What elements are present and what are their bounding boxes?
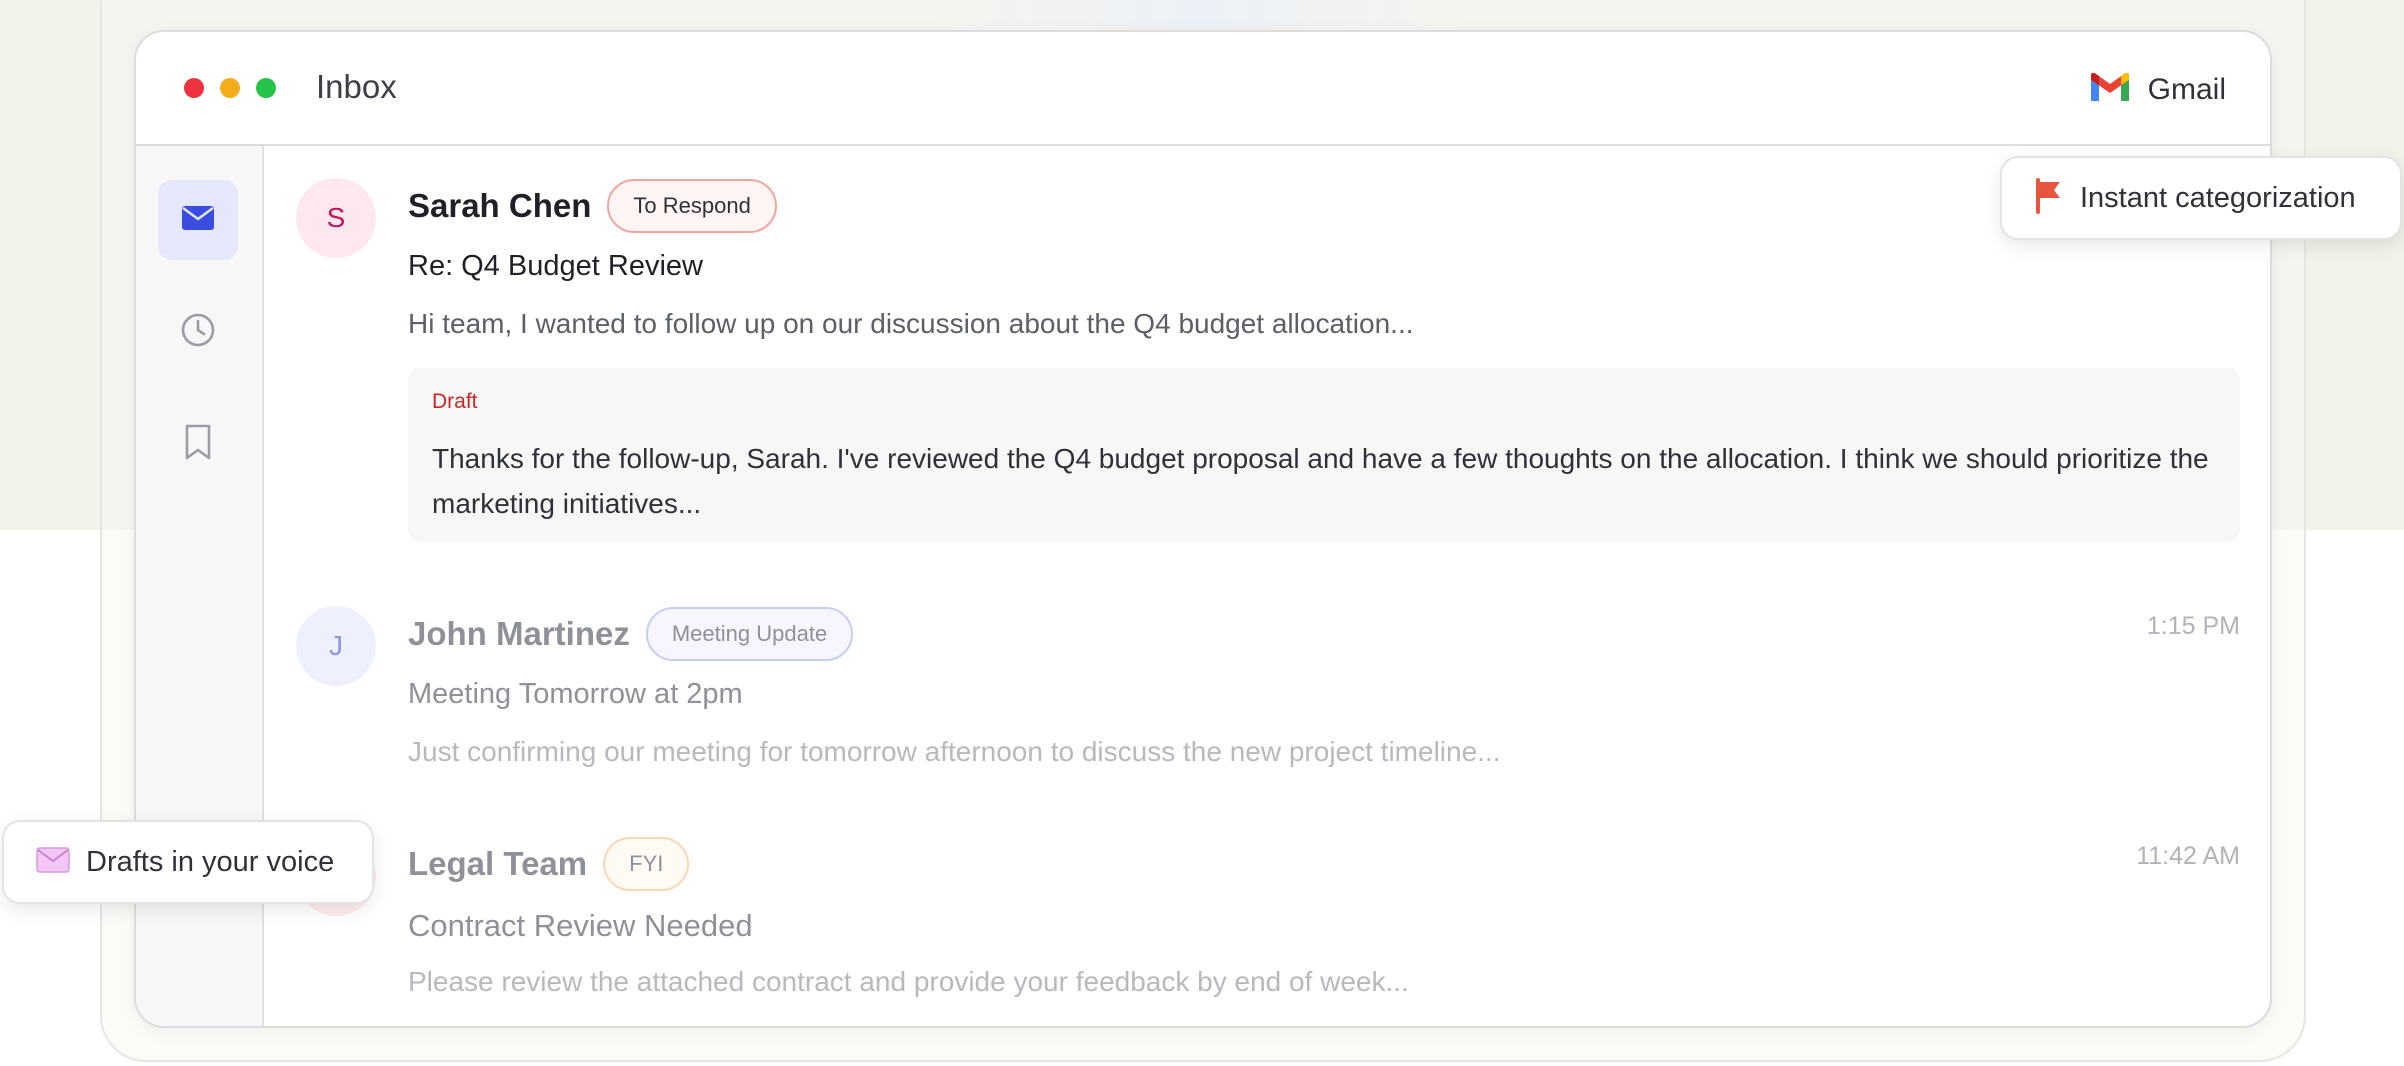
email-preview: Please review the attached contract and … [408,966,1409,997]
sender-row: Legal Team FYI [408,836,690,892]
meeting-update-tag: Meeting Update [645,607,854,661]
envelope-icon [36,846,70,879]
clock-icon [180,312,216,353]
close-window-button[interactable] [184,78,204,98]
sidebar-item-saved[interactable] [158,404,238,484]
inbox-window: Inbox Gmail S Sarah Chen To Respond Re: … [134,30,2272,1028]
sender-name: Sarah Chen [408,187,592,224]
instant-categorization-badge: Instant categorization [2000,156,2402,240]
email-time: 11:42 AM [2136,842,2240,870]
to-respond-tag: To Respond [607,179,777,233]
gmail-brand: Gmail [2088,70,2226,109]
email-row-john-martinez[interactable]: J John Martinez Meeting Update 1:15 PM M… [296,606,2240,806]
instant-categorization-label: Instant categorization [2080,181,2356,214]
avatar: S [296,178,376,258]
gmail-label: Gmail [2147,72,2226,106]
sender-name: Legal Team [408,845,588,882]
email-row-legal-team[interactable]: Legal Team FYI 11:42 AM Contract Review … [296,836,2240,1026]
maximize-window-button[interactable] [256,78,276,98]
fyi-tag: FYI [603,837,690,891]
sender-row: Sarah Chen To Respond [408,178,777,234]
sender-row: John Martinez Meeting Update [408,606,854,662]
email-subject: Meeting Tomorrow at 2pm [408,678,743,710]
window-title: Inbox [316,68,397,105]
flag-icon [2034,177,2064,219]
drafts-in-your-voice-badge: Drafts in your voice [2,820,374,904]
bookmark-icon [183,423,213,466]
draft-label: Draft [432,390,478,413]
sidebar-item-recent[interactable] [158,292,238,372]
email-row-sarah-chen[interactable]: S Sarah Chen To Respond Re: Q4 Budget Re… [296,178,2240,568]
draft-reply-box[interactable]: Draft Thanks for the follow-up, Sarah. I… [408,368,2240,542]
sender-name: John Martinez [408,615,630,652]
email-subject: Contract Review Needed [408,908,753,943]
email-time: 1:15 PM [2146,612,2240,640]
avatar: J [296,606,376,686]
email-preview: Hi team, I wanted to follow up on our di… [408,308,1414,339]
sidebar-item-inbox[interactable] [158,180,238,260]
drafts-in-your-voice-label: Drafts in your voice [86,845,335,878]
gmail-logo-icon [2088,70,2132,109]
email-preview: Just confirming our meeting for tomorrow… [408,736,1501,767]
draft-text: Thanks for the follow-up, Sarah. I've re… [432,443,2209,519]
minimize-window-button[interactable] [220,78,240,98]
title-bar: Inbox Gmail [136,32,2270,146]
email-subject: Re: Q4 Budget Review [408,250,703,282]
mail-icon [181,205,215,236]
